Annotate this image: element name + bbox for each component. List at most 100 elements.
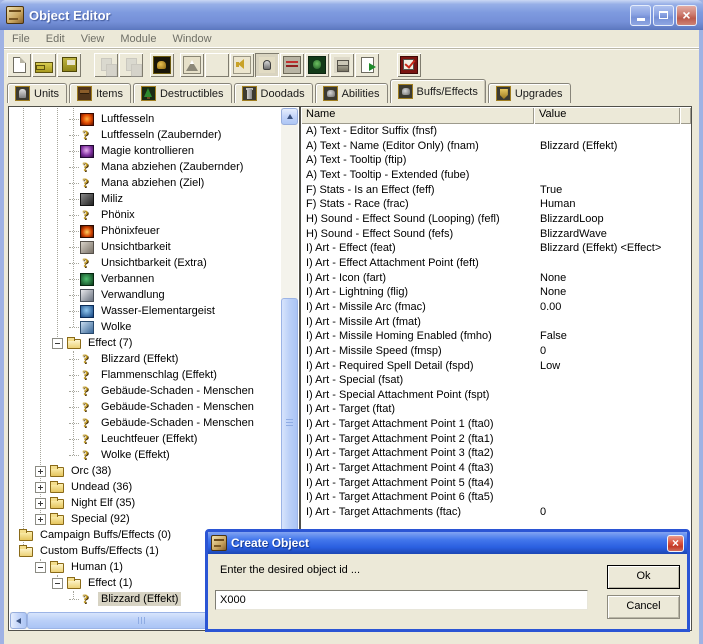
tree-item[interactable]: Orc (38): [10, 463, 281, 479]
tab-destructibles[interactable]: Destructibles: [133, 83, 232, 103]
close-button[interactable]: ×: [676, 5, 697, 26]
tree-item[interactable]: Gebäude-Schaden - Menschen: [10, 415, 281, 431]
H) Sound - Effect Sound (Looping) (fefl)[interactable]: H) Sound - Effect Sound (Looping) (fefl)…: [301, 212, 691, 227]
save-map-button[interactable]: [57, 53, 81, 77]
expand-icon[interactable]: [35, 514, 46, 525]
menu-item[interactable]: Module: [112, 31, 164, 47]
F) Stats - Race (frac)[interactable]: F) Stats - Race (frac) Human: [301, 197, 691, 212]
I) Art - Target Attachments (ftac)[interactable]: I) Art - Target Attachments (ftac) 0: [301, 505, 691, 520]
tree-item[interactable]: Phönixfeuer: [10, 223, 281, 239]
dialog-close-button[interactable]: ×: [667, 535, 684, 552]
I) Art - Target Attachment Point 4 (fta3)[interactable]: I) Art - Target Attachment Point 4 (fta3…: [301, 461, 691, 476]
column-header-name[interactable]: Name: [301, 107, 534, 124]
tree-item[interactable]: Leuchtfeuer (Effekt): [10, 431, 281, 447]
I) Art - Target Attachment Point 5 (fta4)[interactable]: I) Art - Target Attachment Point 5 (fta4…: [301, 476, 691, 491]
column-header-value[interactable]: Value: [534, 107, 680, 124]
tree-item[interactable]: Blizzard (Effekt): [10, 351, 281, 367]
object-id-input[interactable]: [215, 590, 588, 610]
tab-items[interactable]: Items: [69, 83, 131, 103]
collapse-icon[interactable]: [35, 562, 46, 573]
tab-units[interactable]: Units: [7, 83, 67, 103]
I) Art - Missile Homing Enabled (fmho)[interactable]: I) Art - Missile Homing Enabled (fmho) F…: [301, 329, 691, 344]
tree-item[interactable]: Magie kontrollieren: [10, 143, 281, 159]
tree-item[interactable]: Luftfesseln: [10, 111, 281, 127]
tree-item[interactable]: Wolke: [10, 319, 281, 335]
A) Text - Tooltip - Extended (fube)[interactable]: A) Text - Tooltip - Extended (fube): [301, 168, 691, 183]
ai-editor-button[interactable]: [305, 53, 329, 77]
fist-button[interactable]: [150, 53, 174, 77]
tree-item[interactable]: Mana abziehen (Zaubernder): [10, 159, 281, 175]
tree-item[interactable]: Phönix: [10, 207, 281, 223]
tree-item[interactable]: Gebäude-Schaden - Menschen: [10, 383, 281, 399]
I) Art - Target Attachment Point 1 (fta0)[interactable]: I) Art - Target Attachment Point 1 (fta0…: [301, 417, 691, 432]
collapse-icon[interactable]: [52, 338, 63, 349]
I) Art - Lightning (flig)[interactable]: I) Art - Lightning (flig) None: [301, 285, 691, 300]
I) Art - Effect Attachment Point (feft)[interactable]: I) Art - Effect Attachment Point (feft): [301, 256, 691, 271]
I) Art - Target Attachment Point 6 (fta5)[interactable]: I) Art - Target Attachment Point 6 (fta5…: [301, 490, 691, 505]
maximize-button[interactable]: [653, 5, 674, 26]
window-titlebar[interactable]: Object Editor ×: [0, 0, 703, 30]
menu-item[interactable]: File: [4, 31, 38, 47]
H) Sound - Effect Sound (fefs)[interactable]: H) Sound - Effect Sound (fefs) BlizzardW…: [301, 227, 691, 242]
tree-item[interactable]: Mana abziehen (Ziel): [10, 175, 281, 191]
new-map-button[interactable]: [7, 53, 31, 77]
tree-item[interactable]: Unsichtbarkeit: [10, 239, 281, 255]
tree-item[interactable]: Wolke (Effekt): [10, 447, 281, 463]
A) Text - Editor Suffix (fnsf)[interactable]: A) Text - Editor Suffix (fnsf): [301, 124, 691, 139]
tree-item[interactable]: Flammenschlag (Effekt): [10, 367, 281, 383]
test-map-button[interactable]: [397, 53, 421, 77]
campaign-editor-button[interactable]: [280, 53, 304, 77]
tab-abilities[interactable]: Abilities: [315, 83, 388, 103]
I) Art - Special (fsat)[interactable]: I) Art - Special (fsat): [301, 373, 691, 388]
copy-button[interactable]: [94, 53, 118, 77]
expand-icon[interactable]: [35, 466, 46, 477]
A) Text - Name (Editor Only) (fnam)[interactable]: A) Text - Name (Editor Only) (fnam) Bliz…: [301, 139, 691, 154]
tab-upgrades[interactable]: Upgrades: [488, 83, 571, 103]
tree-item[interactable]: Undead (36): [10, 479, 281, 495]
paste-button[interactable]: [119, 53, 143, 77]
vertical-scroll-thumb[interactable]: [281, 298, 298, 548]
expand-icon[interactable]: [35, 498, 46, 509]
I) Art - Special Attachment Point (fspt)[interactable]: I) Art - Special Attachment Point (fspt): [301, 388, 691, 403]
trigger-editor-button[interactable]: [205, 53, 229, 77]
tree-item[interactable]: Verbannen: [10, 271, 281, 287]
menu-item[interactable]: Window: [164, 31, 219, 47]
I) Art - Target Attachment Point 2 (fta1)[interactable]: I) Art - Target Attachment Point 2 (fta1…: [301, 432, 691, 447]
tree-item[interactable]: Miliz: [10, 191, 281, 207]
object-editor-button[interactable]: [255, 53, 279, 77]
I) Art - Target (ftat)[interactable]: I) Art - Target (ftat): [301, 402, 691, 417]
expand-icon[interactable]: [35, 482, 46, 493]
tree-item[interactable]: Wasser-Elementargeist: [10, 303, 281, 319]
import-manager-button[interactable]: [355, 53, 379, 77]
menu-item[interactable]: View: [73, 31, 113, 47]
open-map-button[interactable]: [32, 53, 56, 77]
I) Art - Missile Speed (fmsp)[interactable]: I) Art - Missile Speed (fmsp) 0: [301, 344, 691, 359]
scroll-up-button[interactable]: [281, 108, 298, 125]
menu-item[interactable]: Edit: [38, 31, 73, 47]
I) Art - Missile Arc (fmac)[interactable]: I) Art - Missile Arc (fmac) 0.00: [301, 300, 691, 315]
sound-editor-button[interactable]: [230, 53, 254, 77]
object-manager-button[interactable]: [330, 53, 354, 77]
tree-item[interactable]: Unsichtbarkeit (Extra): [10, 255, 281, 271]
tree-item[interactable]: Special (92): [10, 511, 281, 527]
tree-item[interactable]: Effect (7): [10, 335, 281, 351]
dialog-titlebar[interactable]: Create Object ×: [208, 532, 687, 554]
A) Text - Tooltip (ftip)[interactable]: A) Text - Tooltip (ftip): [301, 153, 691, 168]
I) Art - Missile Art (fmat)[interactable]: I) Art - Missile Art (fmat): [301, 315, 691, 330]
ok-button[interactable]: Ok: [607, 565, 680, 589]
collapse-icon[interactable]: [52, 578, 63, 589]
tab-doodads[interactable]: Doodads: [234, 83, 313, 103]
scroll-left-button[interactable]: [10, 612, 27, 629]
tab-buffs-effects[interactable]: Buffs/Effects: [390, 79, 486, 103]
tree-item[interactable]: Gebäude-Schaden - Menschen: [10, 399, 281, 415]
tree-item[interactable]: Night Elf (35): [10, 495, 281, 511]
tree-item[interactable]: Luftfesseln (Zaubernder): [10, 127, 281, 143]
terrain-editor-button[interactable]: [180, 53, 204, 77]
minimize-button[interactable]: [630, 5, 651, 26]
tree-item[interactable]: Verwandlung: [10, 287, 281, 303]
I) Art - Required Spell Detail (fspd)[interactable]: I) Art - Required Spell Detail (fspd) Lo…: [301, 359, 691, 374]
F) Stats - Is an Effect (feff)[interactable]: F) Stats - Is an Effect (feff) True: [301, 183, 691, 198]
I) Art - Icon (fart)[interactable]: I) Art - Icon (fart) None: [301, 271, 691, 286]
I) Art - Effect (feat)[interactable]: I) Art - Effect (feat) Blizzard (Effekt)…: [301, 241, 691, 256]
cancel-button[interactable]: Cancel: [607, 595, 680, 619]
